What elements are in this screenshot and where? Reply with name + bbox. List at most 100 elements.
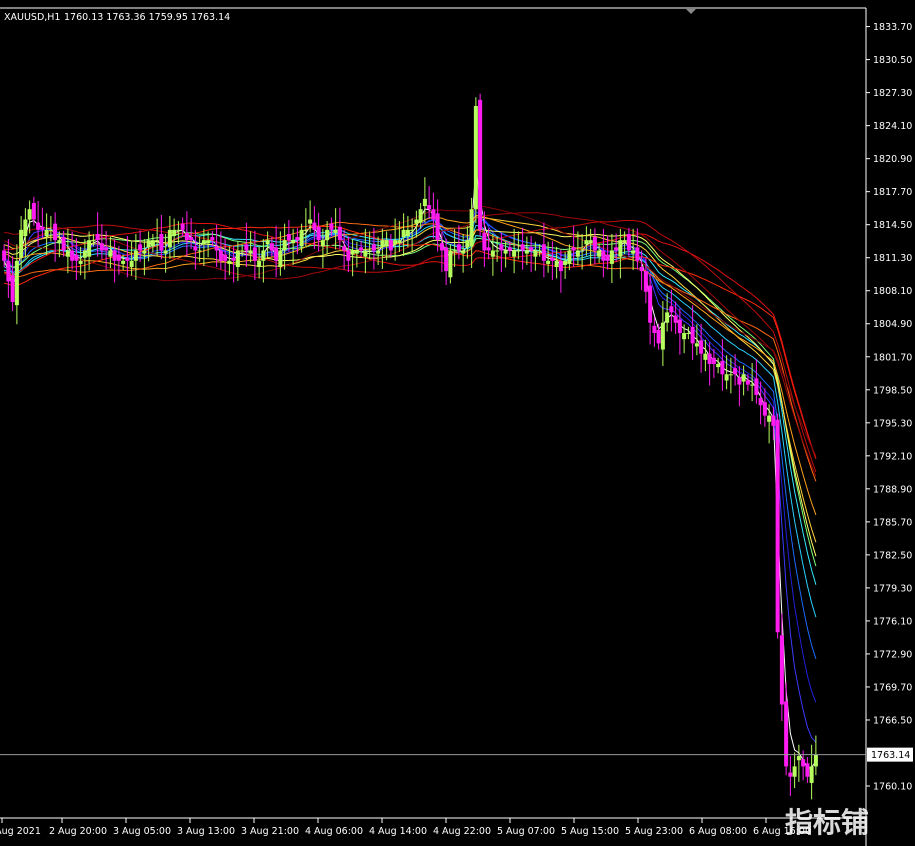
candle-body-bull — [622, 240, 627, 242]
candle-body-bear — [61, 237, 66, 251]
candle-body-bull — [546, 260, 551, 264]
candle-body-bull — [750, 384, 755, 386]
candle-body-bull — [23, 219, 28, 237]
candle-body-bull — [741, 374, 746, 382]
candle-body-bull — [465, 240, 470, 248]
time-tick-label: 5 Aug 23:00 — [625, 826, 683, 837]
candle-body-bull — [448, 250, 453, 278]
time-tick-label: 5 Aug 15:00 — [561, 826, 619, 837]
candle-body-bull — [197, 250, 202, 252]
candle-body-bull — [580, 250, 585, 252]
candle-body-bull — [503, 250, 508, 254]
candle-body-bear — [2, 250, 7, 261]
candle-body-bull — [393, 240, 398, 245]
candle-body-bear — [316, 226, 321, 241]
candle-body-bear — [614, 247, 619, 251]
chart-header-ohlc: 1760.13 1763.36 1759.95 1763.14 — [64, 12, 230, 23]
candle-body-bull — [308, 219, 313, 224]
candle-body-bear — [478, 99, 483, 230]
candle-body-bear — [673, 315, 678, 323]
candle-body-bear — [346, 250, 351, 261]
candle-body-bear — [252, 247, 257, 261]
candle-body-bear — [605, 254, 610, 261]
price-tick-label: 1814.50 — [873, 220, 912, 231]
candle-body-bull — [452, 250, 457, 252]
candle-body-bull — [575, 250, 580, 257]
candle-body-bear — [699, 340, 704, 354]
watermark-logo: 指标铺 — [785, 806, 869, 839]
candle-body-bull — [19, 229, 24, 258]
candle-body-bear — [486, 247, 491, 251]
candle-body-bull — [588, 240, 593, 244]
price-tick-label: 1776.10 — [873, 616, 912, 627]
candle-body-bear — [520, 244, 525, 251]
candle-body-bull — [333, 229, 338, 233]
candle-body-bull — [265, 240, 270, 245]
candle-body-bear — [762, 402, 767, 416]
candle — [473, 97, 478, 224]
candle-body-bear — [529, 247, 534, 251]
candle-body-bear — [550, 257, 555, 261]
price-tick-label: 1824.10 — [873, 121, 912, 132]
candle-body-bear — [274, 247, 279, 261]
candle-body-bear — [427, 205, 432, 210]
candle-body-bull — [299, 229, 304, 247]
candle-body-bear — [571, 247, 576, 251]
candle-body-bear — [643, 271, 648, 292]
candle-body-bear — [99, 243, 104, 251]
candle-body-bull — [660, 322, 665, 350]
time-tick-label: 4 Aug 06:00 — [305, 826, 363, 837]
candle-body-bear — [733, 368, 738, 375]
candle-body-bull — [631, 250, 636, 254]
candle-body-bull — [121, 260, 126, 264]
candle-body-bear — [656, 329, 661, 344]
candle-body-bear — [435, 213, 440, 241]
candle-body-bear — [125, 257, 130, 261]
candle-body-bull — [282, 240, 287, 251]
price-tick-label: 1820.90 — [873, 154, 912, 165]
candle-body-bear — [779, 635, 784, 705]
candle-body-bull — [78, 260, 83, 264]
candle-body-bear — [70, 250, 75, 261]
candle-body-bull — [461, 250, 466, 254]
price-tick-label: 1833.70 — [873, 22, 912, 33]
candle-body-bear — [74, 254, 79, 261]
candle-body-bear — [639, 266, 644, 272]
candle-body-bear — [231, 257, 236, 261]
price-chart[interactable]: 1760.10 1766.50 1769.70 1772.90 1776.10 1779.… — [0, 0, 915, 846]
candle-body-bull — [384, 240, 389, 247]
price-tick-label: 1817.70 — [873, 187, 912, 198]
candle-body-bear — [707, 353, 712, 364]
candle-body-bull — [227, 260, 232, 264]
time-tick-label: Aug 2021 — [0, 826, 41, 837]
time-tick-label: 3 Aug 05:00 — [113, 826, 171, 837]
candle-body-bull — [150, 240, 155, 247]
candle-body-bull — [87, 240, 92, 257]
candle-body-bear — [329, 223, 334, 230]
candle-body-bull — [767, 415, 772, 422]
candle-body-bull — [82, 250, 87, 258]
candle-body-bear — [312, 222, 317, 230]
candle-body-bear — [805, 763, 810, 777]
candle-body-bear — [601, 250, 606, 261]
time-tick-label: 3 Aug 21:00 — [241, 826, 299, 837]
candle-body-bull — [469, 209, 474, 247]
candle-body-bear — [184, 232, 189, 241]
last-price-label: 1763.14 — [871, 750, 910, 761]
candle-body-bull — [257, 260, 262, 267]
candle-body-bull — [91, 240, 96, 242]
candle-body-bull — [796, 756, 801, 761]
candle-body-bull — [44, 229, 49, 237]
candle-body-bull — [167, 229, 172, 248]
candle-body-bear — [193, 246, 198, 251]
candle-body-bull — [172, 229, 177, 237]
candle-body-bear — [720, 360, 725, 375]
candle-body-bull — [367, 250, 372, 252]
candle-body-bull — [597, 250, 602, 257]
candle-body-bull — [495, 250, 500, 252]
candle-body-bull — [422, 198, 427, 207]
candle-body-bear — [95, 233, 100, 241]
price-tick-label: 1830.50 — [873, 55, 912, 66]
price-tick-label: 1792.10 — [873, 451, 912, 462]
time-tick-label: 4 Aug 22:00 — [433, 826, 491, 837]
